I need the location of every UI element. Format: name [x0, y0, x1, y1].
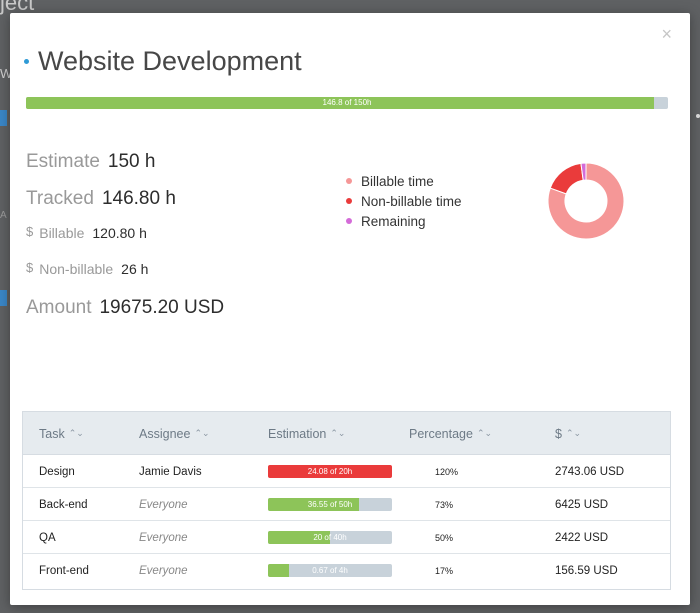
estimation-label: 36.55 of 50h — [307, 500, 353, 509]
task-name: QA — [39, 531, 56, 544]
sort-icon: ⌃⌄ — [565, 428, 582, 438]
legend-item-billable: Billable time — [346, 171, 462, 191]
backdrop-dot — [696, 114, 700, 118]
assignee: Jamie Davis — [139, 465, 202, 478]
task-name: Design — [39, 465, 75, 478]
tracked-stat: Tracked 146.80 h — [26, 188, 224, 225]
legend-item-remaining: Remaining — [346, 211, 462, 231]
table-row[interactable]: QA Everyone 20 of 40h 50% 2422 USD — [23, 521, 670, 554]
column-header-task[interactable]: Task ⌃⌄ — [39, 412, 84, 455]
amount: 6425 USD — [555, 498, 609, 511]
sort-icon: ⌃⌄ — [330, 428, 346, 438]
column-header-percentage[interactable]: Percentage ⌃⌄ — [409, 412, 492, 455]
estimation-label: 24.08 of 20h — [307, 467, 353, 476]
bullet-dot-icon — [24, 59, 29, 64]
legend-dot-icon — [346, 178, 352, 184]
table-header: Task ⌃⌄ Assignee ⌃⌄ Estimation ⌃⌄ Percentag… — [23, 412, 670, 455]
dollar-icon: $ — [26, 224, 34, 239]
legend-dot-icon — [346, 218, 352, 224]
non-billable-label: Non-billable — [39, 261, 114, 277]
estimate-label: Estimate — [26, 151, 100, 172]
backdrop-letter: A — [0, 210, 7, 221]
project-progress-label: 146.8 of 150h — [322, 98, 372, 107]
task-name: Back-end — [39, 498, 88, 511]
amount-label: Amount — [26, 297, 92, 318]
time-legend: Billable time Non-billable time Remainin… — [346, 171, 462, 231]
estimation-cell: 20 of 40h — [268, 521, 392, 554]
project-title: Website Development — [38, 46, 302, 76]
legend-item-non-billable: Non-billable time — [346, 191, 462, 211]
percentage: 50% — [435, 532, 454, 543]
estimation-label: 0.67 of 4h — [312, 566, 348, 575]
backdrop-button-edge — [0, 290, 7, 306]
assignee: Everyone — [139, 564, 188, 577]
table-row[interactable]: Front-end Everyone 0.67 of 4h 17% 156.59 USD — [23, 554, 670, 587]
project-stats: Estimate 150 h Tracked 146.80 h $ Billab… — [26, 151, 224, 334]
amount: 2743.06 USD — [555, 465, 625, 478]
non-billable-stat: $ Non-billable 26 h — [26, 260, 224, 297]
sort-icon: ⌃⌄ — [194, 428, 210, 438]
amount: 2422 USD — [555, 531, 609, 544]
column-header-amount[interactable]: $ ⌃⌄ — [555, 412, 581, 455]
estimation-bar: 24.08 of 20h — [268, 465, 392, 478]
amount-stat: Amount 19675.20 USD — [26, 297, 224, 334]
assignee: Everyone — [139, 531, 188, 544]
table-row[interactable]: Back-end Everyone 36.55 of 50h 73% 6425 USD — [23, 488, 670, 521]
amount-value: 19675.20 USD — [99, 297, 225, 318]
table-row[interactable]: Design Jamie Davis 24.08 of 20h 120% 2743.06… — [23, 455, 670, 488]
project-progress-bar: 146.8 of 150h — [26, 97, 668, 109]
sort-icon: ⌃⌄ — [68, 428, 84, 438]
amount: 156.59 USD — [555, 564, 618, 577]
billable-label: Billable — [39, 225, 85, 241]
donut-slice-non-billable-time — [549, 162, 584, 195]
assignee: Everyone — [139, 498, 188, 511]
tasks-table: Task ⌃⌄ Assignee ⌃⌄ Estimation ⌃⌄ Percentag… — [22, 411, 671, 590]
column-header-estimation[interactable]: Estimation ⌃⌄ — [268, 412, 345, 455]
estimation-bar: 0.67 of 4h — [268, 564, 392, 577]
non-billable-value: 26 h — [121, 261, 149, 277]
estimation-cell: 0.67 of 4h — [268, 554, 392, 587]
task-name: Front-end — [39, 564, 89, 577]
project-details-modal: × Website Development 146.8 of 150h Esti… — [10, 13, 690, 605]
legend-dot-icon — [346, 198, 352, 204]
tracked-label: Tracked — [26, 188, 94, 209]
percentage: 120% — [435, 466, 459, 477]
estimation-cell: 24.08 of 20h — [268, 455, 392, 488]
billable-value: 120.80 h — [92, 225, 147, 241]
estimate-value: 150 h — [107, 151, 156, 172]
legend-label: Remaining — [361, 213, 426, 229]
billable-stat: $ Billable 120.80 h — [26, 224, 224, 261]
close-icon[interactable]: × — [661, 25, 672, 43]
backdrop-button-edge — [0, 110, 7, 126]
estimation-cell: 36.55 of 50h — [268, 488, 392, 521]
dollar-icon: $ — [26, 260, 34, 275]
sort-icon: ⌃⌄ — [476, 428, 493, 438]
time-donut-chart — [547, 162, 625, 240]
percentage: 17% — [435, 565, 454, 576]
legend-label: Billable time — [361, 173, 434, 189]
legend-label: Non-billable time — [361, 193, 462, 209]
title-row: Website Development — [24, 46, 302, 77]
column-header-assignee[interactable]: Assignee ⌃⌄ — [139, 412, 210, 455]
estimate-stat: Estimate 150 h — [26, 151, 224, 188]
estimation-bar: 36.55 of 50h — [268, 498, 392, 511]
estimation-label: 20 of 40h — [313, 533, 347, 542]
percentage: 73% — [435, 499, 454, 510]
tracked-value: 146.80 h — [101, 188, 176, 209]
estimation-bar: 20 of 40h — [268, 531, 392, 544]
